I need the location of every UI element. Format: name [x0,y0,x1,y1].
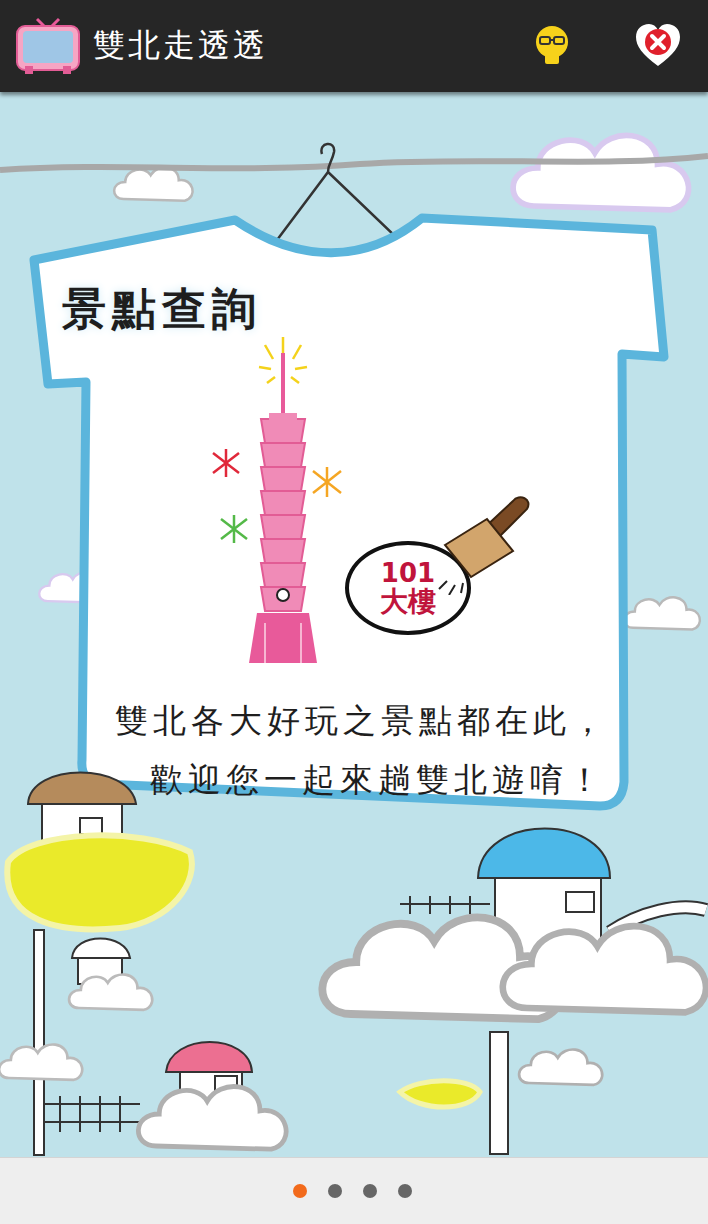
screen: 雙北走透透景點查詢 101大樓雙北各大好玩之景點都在此， 歡迎您一起來趟雙北遊唷！ [0,0,708,1224]
cloud [513,135,688,209]
cloud [114,167,193,200]
close-heart-icon[interactable] [634,22,682,70]
cloud [519,1050,602,1085]
cloud [503,926,706,1012]
description-line: 雙北各大好玩之景點都在此， [115,699,708,744]
lightbulb-icon[interactable] [528,22,576,70]
tv-app-icon [15,16,81,76]
intro-panel: 景點查詢 101大樓雙北各大好玩之景點都在此， 歡迎您一起來趟雙北遊唷！ [0,92,708,1157]
app-title: 雙北走透透 [93,24,528,68]
page-dot[interactable] [328,1184,342,1198]
page-dot[interactable] [398,1184,412,1198]
cloud [138,1087,286,1150]
scenery-illustration [0,92,708,1157]
card-description: 雙北各大好玩之景點都在此， 歡迎您一起來趟雙北遊唷！ [0,699,708,803]
cloud [624,597,700,629]
stamp: 101大樓 [345,485,535,635]
taipei-101-icon [205,333,345,673]
artwork-row: 101大樓 [205,333,708,673]
cloud [0,1045,82,1080]
description-line: 歡迎您一起來趟雙北遊唷！ [150,758,708,803]
stamp-handle-icon [435,485,535,595]
stamp-label: 大樓 [380,587,436,616]
page-indicator [0,1157,708,1224]
card-heading: 景點查詢 [58,278,708,341]
page-dot[interactable] [363,1184,377,1198]
stamp-number: 101 [381,560,435,587]
cloud [69,975,152,1010]
page-dot[interactable] [293,1184,307,1198]
app-bar: 雙北走透透 [0,0,708,92]
spot-search-card: 景點查詢 101大樓雙北各大好玩之景點都在此， 歡迎您一起來趟雙北遊唷！ [0,92,708,803]
